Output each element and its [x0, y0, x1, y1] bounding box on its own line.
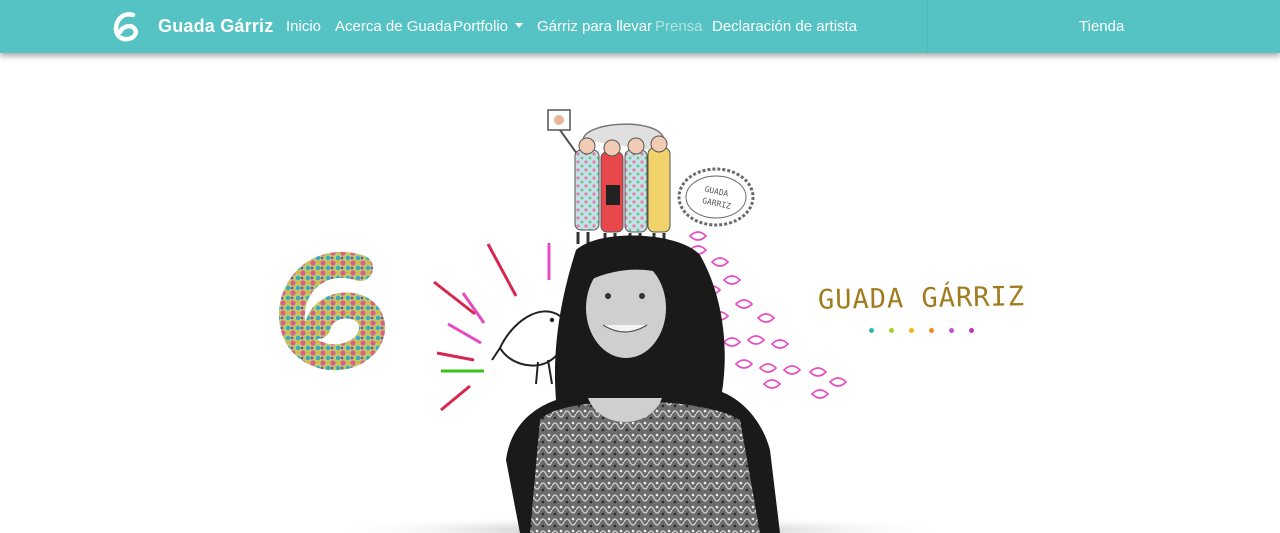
- name-stamp: GUADA GARRIZ: [677, 167, 755, 227]
- color-dot: [889, 328, 894, 333]
- artist-portrait: [320, 235, 960, 533]
- nav-link-garriz-para-llevar[interactable]: Gárriz para llevar: [537, 17, 652, 37]
- brand-name-link[interactable]: Guada Gárriz: [158, 14, 273, 38]
- friends-drawing: [547, 109, 671, 245]
- artist-signature: GUADA GÁRRIZ: [817, 281, 1026, 316]
- nav-link-prensa[interactable]: Prensa: [655, 17, 703, 37]
- nav-link-inicio[interactable]: Inicio: [286, 17, 321, 37]
- color-dot: [909, 328, 914, 333]
- bird-drawing: [433, 243, 568, 412]
- hero-banner: GUADA GARRIZ GUADA GÁRRIZ: [0, 53, 1280, 533]
- decorative-g-letter: [278, 251, 386, 371]
- hero-illustration: GUADA GARRIZ: [278, 109, 960, 533]
- color-dots: [869, 328, 979, 336]
- g-logo-icon[interactable]: [113, 10, 143, 42]
- nav-divider: [927, 0, 928, 53]
- nav-dropdown-portfolio[interactable]: Portfolio: [453, 17, 524, 37]
- color-dot: [969, 328, 974, 333]
- color-dot: [929, 328, 934, 333]
- nav-link-acerca-de-guada[interactable]: Acerca de Guada: [335, 17, 452, 37]
- color-dot: [869, 328, 874, 333]
- caret-down-icon: [515, 23, 524, 28]
- nav-dropdown-portfolio-label: Portfolio: [453, 18, 509, 35]
- nav-link-declaracion-de-artista[interactable]: Declaración de artista: [712, 17, 857, 37]
- nav-link-tienda[interactable]: Tienda: [1079, 17, 1124, 37]
- top-navbar: Guada Gárriz Inicio Acerca de Guada Port…: [0, 0, 1280, 53]
- color-dot: [949, 328, 954, 333]
